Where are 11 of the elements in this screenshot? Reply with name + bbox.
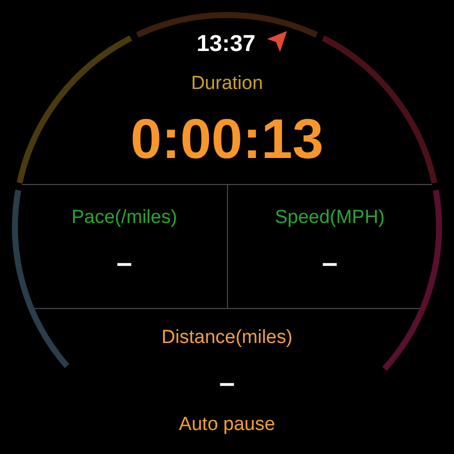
distance-value: – bbox=[219, 368, 235, 398]
duration-value: 0:00:13 bbox=[130, 109, 324, 169]
clock-time: 13:37 bbox=[196, 30, 256, 56]
location-arrow-icon bbox=[267, 30, 288, 52]
metric-value: – bbox=[322, 248, 338, 278]
auto-pause-label: Auto pause bbox=[178, 413, 276, 437]
metric-value: – bbox=[116, 248, 132, 278]
metric-label: Pace(/miles) bbox=[71, 206, 178, 230]
distance-label: Distance(miles) bbox=[162, 326, 292, 350]
duration-label: Duration bbox=[191, 72, 263, 96]
metric-label: Speed(MPH) bbox=[274, 206, 385, 230]
